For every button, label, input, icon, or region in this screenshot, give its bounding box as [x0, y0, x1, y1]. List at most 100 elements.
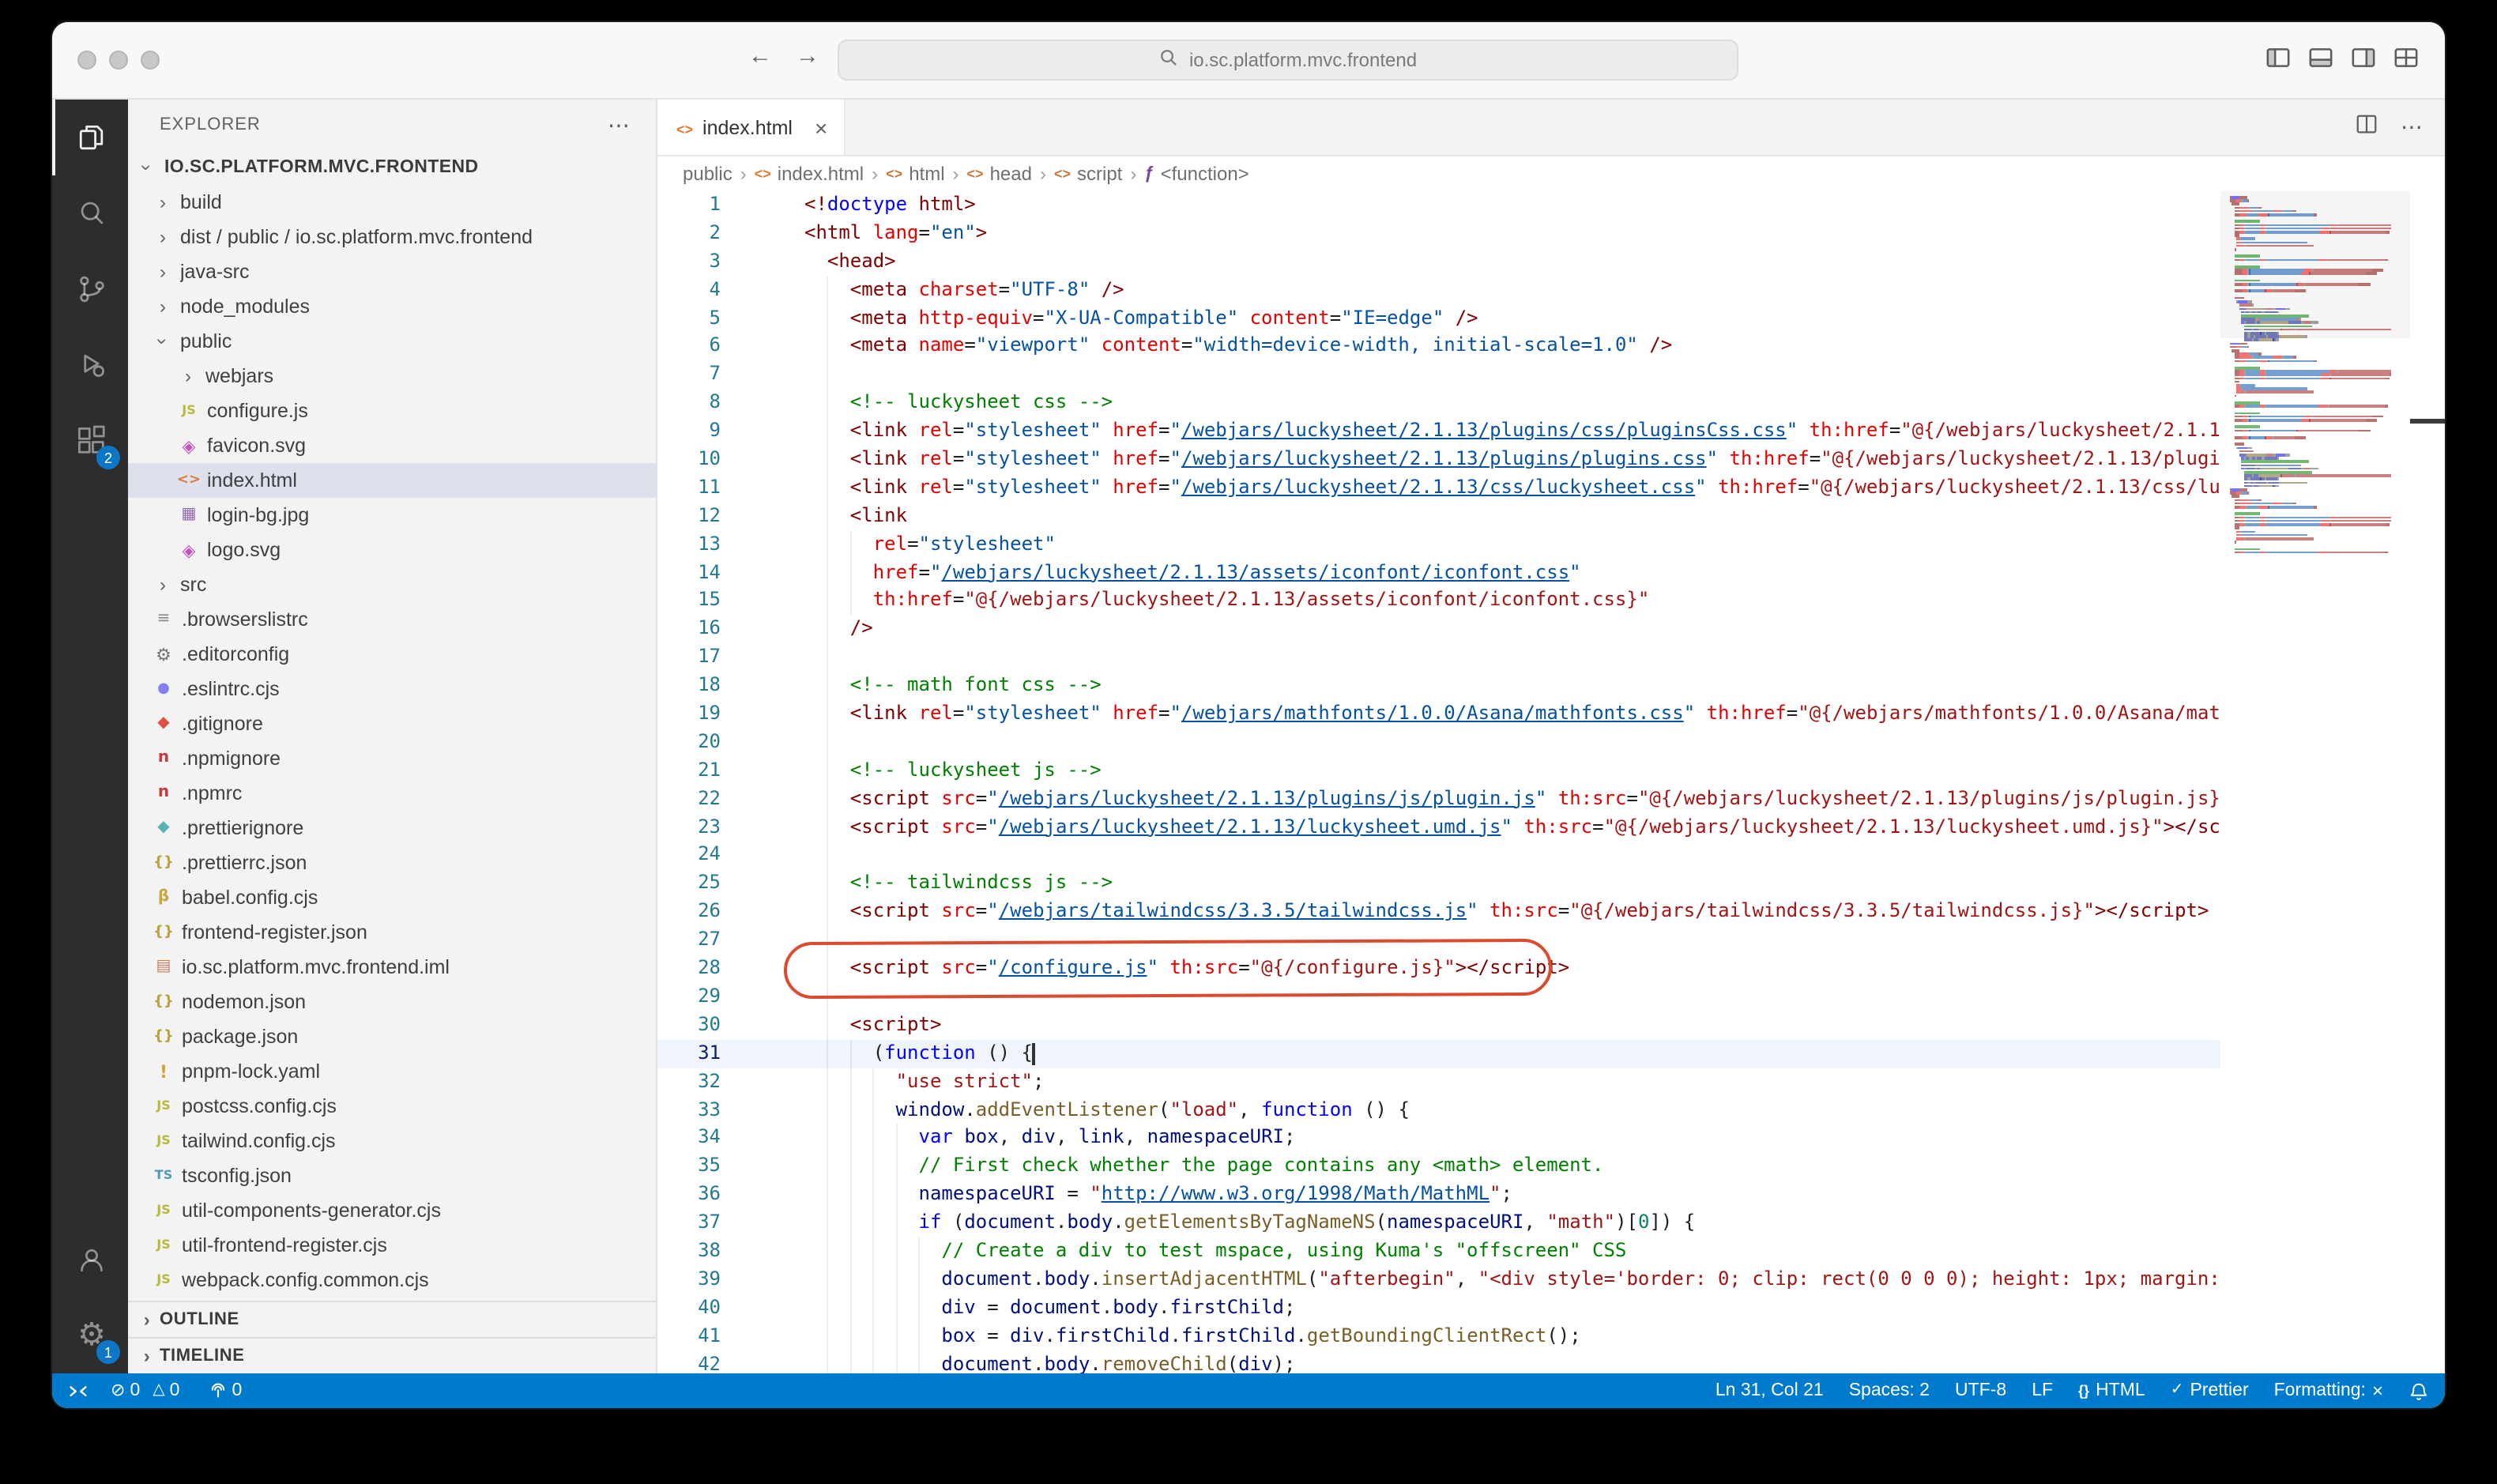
code-line-5[interactable]: 5 <meta http-equiv="X-UA-Compatible" con… — [657, 304, 2445, 333]
breadcrumb-item-public[interactable]: public — [683, 163, 733, 185]
code-line-4[interactable]: 4 <meta charset="UTF-8" /> — [657, 276, 2445, 304]
tree-item-index-html[interactable]: <>index.html — [128, 463, 656, 498]
tree-item-io-sc-platform-mvc-frontend[interactable]: ›IO.SC.PLATFORM.MVC.FRONTEND — [128, 150, 656, 185]
code-line-15[interactable]: 15 th:href="@{/webjars/luckysheet/2.1.13… — [657, 587, 2445, 616]
breadcrumb-item-head[interactable]: <>head — [967, 163, 1032, 185]
activity-item-settings[interactable]: ⚙1 — [52, 1298, 128, 1373]
back-button[interactable]: ← — [744, 43, 776, 70]
status-encoding[interactable]: UTF-8 — [1955, 1381, 2006, 1400]
code-line-42[interactable]: 42 document.body.removeChild(div); — [657, 1350, 2445, 1373]
code-line-17[interactable]: 17 — [657, 644, 2445, 672]
code-line-27[interactable]: 27 — [657, 926, 2445, 955]
status-eol[interactable]: LF — [2032, 1381, 2053, 1400]
code-editor[interactable]: 1<!doctype html>2<html lang="en">3 <head… — [657, 191, 2445, 1373]
code-line-33[interactable]: 33 window.addEventListener("load", funct… — [657, 1096, 2445, 1124]
code-line-35[interactable]: 35 // First check whether the page conta… — [657, 1153, 2445, 1181]
tree-item-io-sc-platform-mvc-frontend-iml[interactable]: ▤io.sc.platform.mvc.frontend.iml — [128, 950, 656, 985]
code-line-19[interactable]: 19 <link rel="stylesheet" href="/webjars… — [657, 700, 2445, 729]
code-line-23[interactable]: 23 <script src="/webjars/luckysheet/2.1.… — [657, 813, 2445, 842]
code-line-40[interactable]: 40 div = document.body.firstChild; — [657, 1294, 2445, 1322]
code-line-32[interactable]: 32 "use strict"; — [657, 1068, 2445, 1096]
code-line-28[interactable]: 28 <script src="/configure.js" th:src="@… — [657, 955, 2445, 983]
tree-item-webjars[interactable]: ›webjars — [128, 359, 656, 394]
activity-item-extensions[interactable]: 2 — [52, 403, 128, 479]
activity-item-source-control[interactable] — [52, 251, 128, 327]
tree-item-build[interactable]: ›build — [128, 185, 656, 220]
tree-item-src[interactable]: ›src — [128, 567, 656, 602]
activity-item-run-and-debug[interactable] — [52, 327, 128, 403]
status-formatting[interactable]: Formatting:× — [2274, 1381, 2383, 1400]
status-problems[interactable]: ⊘0△0 — [111, 1381, 186, 1400]
breadcrumb-item-html[interactable]: <>html — [886, 163, 944, 185]
status-language-mode[interactable]: {}HTML — [2078, 1381, 2145, 1400]
tree-item-browserslistrc[interactable]: ≡.browserslistrc — [128, 602, 656, 637]
tree-item-util-frontend-register-cjs[interactable]: JSutil-frontend-register.cjs — [128, 1228, 656, 1263]
breadcrumb-item-script[interactable]: <>script — [1054, 163, 1122, 185]
tree-item-public[interactable]: ›public — [128, 324, 656, 359]
tree-item-node-modules[interactable]: ›node_modules — [128, 289, 656, 324]
tab-index-html[interactable]: <> index.html × — [657, 100, 845, 155]
tree-item-tailwind-config-cjs[interactable]: JStailwind.config.cjs — [128, 1124, 656, 1158]
tree-item-prettierignore[interactable]: ◆.prettierignore — [128, 811, 656, 846]
code-line-6[interactable]: 6 <meta name="viewport" content="width=d… — [657, 333, 2445, 361]
close-tab-icon[interactable]: × — [815, 115, 827, 140]
tree-item-logo-svg[interactable]: ◈logo.svg — [128, 533, 656, 567]
tree-item-npmignore[interactable]: n.npmignore — [128, 741, 656, 776]
section-timeline[interactable]: ›TIMELINE — [128, 1337, 656, 1373]
tree-item-pnpm-lock-yaml[interactable]: !pnpm-lock.yaml — [128, 1054, 656, 1089]
tree-item-util-components-generator-cjs[interactable]: JSutil-components-generator.cjs — [128, 1193, 656, 1228]
split-editor-button[interactable] — [2355, 111, 2378, 143]
command-center[interactable]: io.sc.platform.mvc.frontend — [838, 40, 1738, 81]
status-notifications[interactable] — [2408, 1380, 2429, 1401]
status-indentation[interactable]: Spaces: 2 — [1849, 1381, 1930, 1400]
status-remote[interactable] — [68, 1380, 89, 1401]
code-line-22[interactable]: 22 <script src="/webjars/luckysheet/2.1.… — [657, 785, 2445, 813]
code-line-34[interactable]: 34 var box, div, link, namespaceURI; — [657, 1124, 2445, 1153]
code-line-7[interactable]: 7 — [657, 361, 2445, 390]
code-line-20[interactable]: 20 — [657, 729, 2445, 757]
tree-item-java-src[interactable]: ›java-src — [128, 254, 656, 289]
activity-item-search[interactable] — [52, 175, 128, 251]
code-line-29[interactable]: 29 — [657, 983, 2445, 1011]
status-cursor-position[interactable]: Ln 31, Col 21 — [1716, 1381, 1824, 1400]
tree-item-postcss-config-cjs[interactable]: JSpostcss.config.cjs — [128, 1089, 656, 1124]
code-line-38[interactable]: 38 // Create a div to test mspace, using… — [657, 1237, 2445, 1266]
tree-item-configure-js[interactable]: JSconfigure.js — [128, 394, 656, 428]
tree-item-webpack-config-common-cjs[interactable]: JSwebpack.config.common.cjs — [128, 1263, 656, 1298]
code-line-24[interactable]: 24 — [657, 842, 2445, 870]
code-line-30[interactable]: 30 <script> — [657, 1011, 2445, 1040]
code-line-21[interactable]: 21 <!-- luckysheet js --> — [657, 757, 2445, 785]
tree-item-frontend-register-json[interactable]: {}frontend-register.json — [128, 915, 656, 950]
code-line-26[interactable]: 26 <script src="/webjars/tailwindcss/3.3… — [657, 898, 2445, 927]
tree-item-editorconfig[interactable]: ⚙.editorconfig — [128, 637, 656, 672]
tree-item-dist-public-io-sc-platform-mvc-frontend[interactable]: ›dist / public / io.sc.platform.mvc.fron… — [128, 220, 656, 254]
tree-item-package-json[interactable]: {}package.json — [128, 1019, 656, 1054]
zoom-window-button[interactable] — [141, 51, 160, 70]
code-line-9[interactable]: 9 <link rel="stylesheet" href="/webjars/… — [657, 417, 2445, 446]
tree-item-gitignore[interactable]: ◆.gitignore — [128, 706, 656, 741]
more-actions-button[interactable]: ⋯ — [2401, 113, 2423, 141]
more-actions-icon[interactable]: ⋯ — [608, 111, 631, 138]
layout-customize-button[interactable] — [2393, 44, 2420, 71]
code-line-31[interactable]: 31 (function () { — [657, 1039, 2445, 1068]
forward-button[interactable]: → — [792, 43, 823, 70]
layout-sidebar-right-button[interactable] — [2350, 44, 2377, 71]
tree-item-prettierrc-json[interactable]: {}.prettierrc.json — [128, 846, 656, 880]
code-line-36[interactable]: 36 namespaceURI = "http://www.w3.org/199… — [657, 1181, 2445, 1209]
code-line-25[interactable]: 25 <!-- tailwindcss js --> — [657, 870, 2445, 898]
breadcrumb-item-index-html[interactable]: <>index.html — [755, 163, 864, 185]
close-window-button[interactable] — [77, 51, 96, 70]
code-line-11[interactable]: 11 <link rel="stylesheet" href="/webjars… — [657, 474, 2445, 503]
code-line-12[interactable]: 12 <link — [657, 503, 2445, 531]
code-line-2[interactable]: 2<html lang="en"> — [657, 220, 2445, 248]
minimize-window-button[interactable] — [109, 51, 128, 70]
breadcrumb-item-function[interactable]: ƒ<function> — [1144, 163, 1248, 185]
code-line-3[interactable]: 3 <head> — [657, 248, 2445, 277]
code-line-41[interactable]: 41 box = div.firstChild.firstChild.getBo… — [657, 1322, 2445, 1350]
tree-item-npmrc[interactable]: n.npmrc — [128, 776, 656, 811]
section-outline[interactable]: ›OUTLINE — [128, 1301, 656, 1337]
code-line-10[interactable]: 10 <link rel="stylesheet" href="/webjars… — [657, 446, 2445, 474]
code-line-37[interactable]: 37 if (document.body.getElementsByTagNam… — [657, 1209, 2445, 1237]
tree-item-babel-config-cjs[interactable]: βbabel.config.cjs — [128, 880, 656, 915]
code-line-39[interactable]: 39 document.body.insertAdjacentHTML("aft… — [657, 1266, 2445, 1294]
